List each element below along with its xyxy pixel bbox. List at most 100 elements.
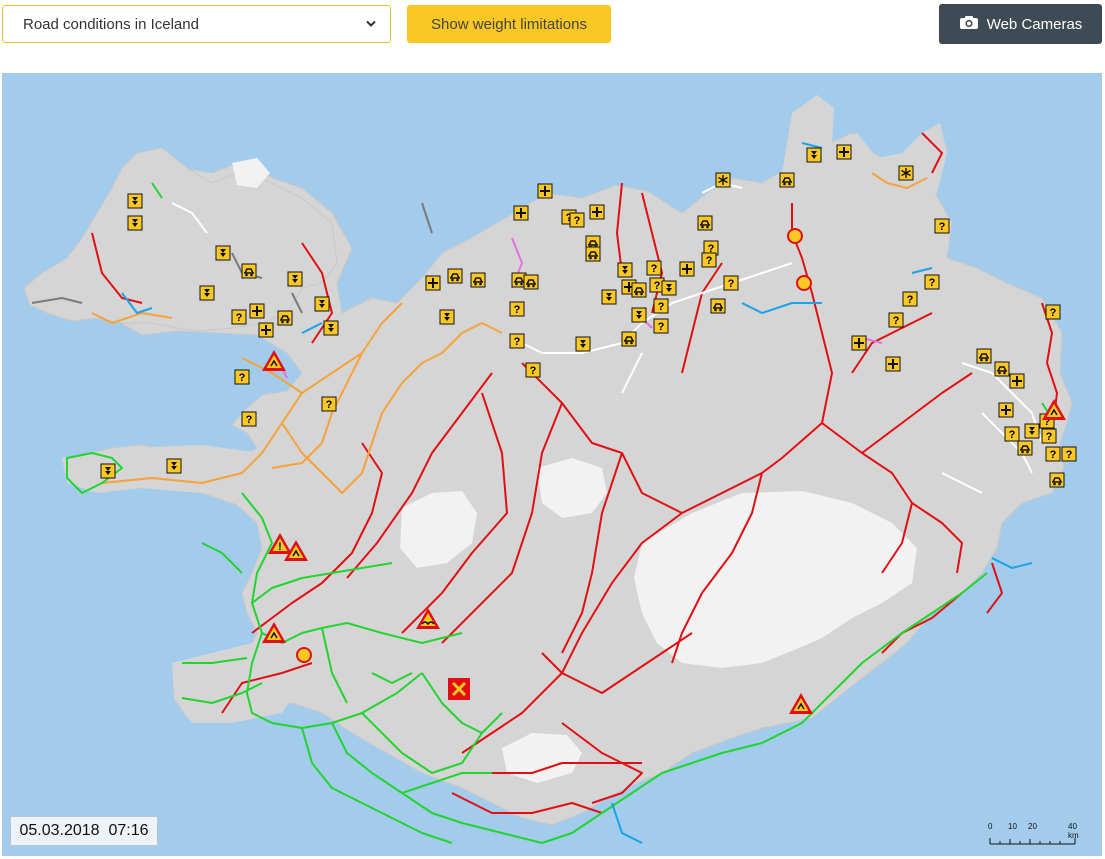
question-sign-icon[interactable]: ?	[241, 411, 257, 427]
map-canvas[interactable]: ? ? ? ? ? ? ? ? ? ? ? ? ? ? ? ? ? ? ? ? …	[2, 73, 1102, 856]
roadwork-vehicle-sign-icon[interactable]	[585, 246, 601, 262]
roadwork-vehicle-sign-icon[interactable]	[976, 348, 992, 364]
svg-text:?: ?	[939, 221, 946, 233]
svg-text:?: ?	[236, 312, 243, 324]
snowflake-sign-icon[interactable]	[715, 172, 731, 188]
svg-text:?: ?	[239, 372, 246, 384]
intersection-sign-icon[interactable]	[258, 322, 274, 338]
question-sign-icon[interactable]: ?	[1041, 428, 1057, 444]
intersection-sign-icon[interactable]	[998, 402, 1014, 418]
question-sign-icon[interactable]: ?	[509, 301, 525, 317]
roadwork-vehicle-sign-icon[interactable]	[447, 268, 463, 284]
traffic-circle-icon[interactable]	[296, 647, 312, 663]
question-sign-icon[interactable]: ?	[653, 318, 669, 334]
lowered-speed-sign-icon[interactable]	[127, 215, 143, 231]
roadwork-vehicle-sign-icon[interactable]	[523, 274, 539, 290]
lowered-speed-sign-icon[interactable]	[314, 296, 330, 312]
lowered-speed-sign-icon[interactable]	[439, 309, 455, 325]
roadwork-vehicle-sign-icon[interactable]	[710, 298, 726, 314]
question-sign-icon[interactable]: ?	[934, 218, 950, 234]
roadwork-vehicle-sign-icon[interactable]	[277, 310, 293, 326]
region-select[interactable]: Road conditions in Iceland	[2, 5, 391, 43]
lowered-speed-sign-icon[interactable]	[323, 320, 339, 336]
question-sign-icon[interactable]: ?	[646, 260, 662, 276]
roadwork-vehicle-sign-icon[interactable]	[697, 215, 713, 231]
roadwork-vehicle-sign-icon[interactable]	[994, 361, 1010, 377]
lowered-speed-sign-icon[interactable]	[1024, 423, 1040, 439]
question-sign-icon[interactable]: ?	[234, 369, 250, 385]
intersection-sign-icon[interactable]	[679, 261, 695, 277]
svg-text:?: ?	[514, 336, 521, 348]
roadwork-vehicle-sign-icon[interactable]	[1017, 440, 1033, 456]
lowered-speed-sign-icon[interactable]	[661, 280, 677, 296]
question-sign-icon[interactable]: ?	[723, 275, 739, 291]
lowered-speed-sign-icon[interactable]	[806, 147, 822, 163]
traffic-circle-icon[interactable]	[787, 228, 803, 244]
roadwork-vehicle-sign-icon[interactable]	[779, 172, 795, 188]
lowered-speed-sign-icon[interactable]	[601, 289, 617, 305]
intersection-sign-icon[interactable]	[1009, 373, 1025, 389]
question-sign-icon[interactable]: ?	[701, 252, 717, 268]
intersection-sign-icon[interactable]	[537, 183, 553, 199]
lowered-speed-sign-icon[interactable]	[100, 463, 116, 479]
intersection-sign-icon[interactable]	[836, 144, 852, 160]
region-select-value: Road conditions in Iceland	[23, 15, 199, 33]
question-sign-icon[interactable]: ?	[1045, 446, 1061, 462]
svg-text:?: ?	[574, 215, 581, 227]
svg-text:?: ?	[651, 263, 658, 275]
question-sign-icon[interactable]: ?	[924, 274, 940, 290]
intersection-sign-icon[interactable]	[249, 303, 265, 319]
svg-text:?: ?	[654, 280, 661, 292]
lowered-speed-sign-icon[interactable]	[287, 271, 303, 287]
question-sign-icon[interactable]: ?	[509, 333, 525, 349]
roadwork-vehicle-sign-icon[interactable]	[470, 272, 486, 288]
show-weight-limitations-button[interactable]: Show weight limitations	[407, 5, 611, 43]
lowered-speed-sign-icon[interactable]	[166, 458, 182, 474]
roadwork-vehicle-sign-icon[interactable]	[1049, 472, 1065, 488]
svg-text:?: ?	[1050, 449, 1057, 461]
svg-text:?: ?	[1050, 307, 1057, 319]
lowered-speed-sign-icon[interactable]	[127, 193, 143, 209]
question-sign-icon[interactable]: ?	[888, 312, 904, 328]
traffic-circle-icon[interactable]	[796, 275, 812, 291]
svg-text:?: ?	[514, 304, 521, 316]
svg-text:?: ?	[907, 294, 914, 306]
svg-text:?: ?	[728, 278, 735, 290]
svg-text:?: ?	[929, 277, 936, 289]
svg-text:!: !	[278, 541, 282, 553]
question-sign-icon[interactable]: ?	[525, 362, 541, 378]
svg-text:?: ?	[1046, 431, 1053, 443]
lowered-speed-sign-icon[interactable]	[215, 245, 231, 261]
question-sign-icon[interactable]: ?	[1004, 426, 1020, 442]
question-sign-icon[interactable]: ?	[231, 309, 247, 325]
road-conditions-map[interactable]: ? ? ? ? ? ? ? ? ? ? ? ? ? ? ? ? ? ? ? ? …	[2, 73, 1102, 856]
intersection-sign-icon[interactable]	[885, 356, 901, 372]
show-weight-limitations-label: Show weight limitations	[431, 15, 587, 33]
lowered-speed-sign-icon[interactable]	[631, 307, 647, 323]
roadwork-vehicle-sign-icon[interactable]	[241, 263, 257, 279]
question-sign-icon[interactable]: ?	[569, 212, 585, 228]
svg-text:?: ?	[658, 321, 665, 333]
intersection-sign-icon[interactable]	[513, 205, 529, 221]
intersection-sign-icon[interactable]	[851, 335, 867, 351]
roadwork-vehicle-sign-icon[interactable]	[621, 331, 637, 347]
web-cameras-button[interactable]: Web Cameras	[939, 4, 1102, 44]
question-sign-icon[interactable]: ?	[902, 291, 918, 307]
question-sign-icon[interactable]: ?	[1045, 304, 1061, 320]
svg-text:?: ?	[893, 315, 900, 327]
chevron-down-icon	[364, 17, 378, 31]
timestamp-text: 05.03.2018 07:16	[19, 822, 149, 839]
lowered-speed-sign-icon[interactable]	[617, 262, 633, 278]
road-closed-icon[interactable]	[448, 678, 470, 700]
roadwork-vehicle-sign-icon[interactable]	[631, 282, 647, 298]
question-sign-icon[interactable]: ?	[1061, 446, 1077, 462]
camera-icon	[959, 15, 979, 34]
question-sign-icon[interactable]: ?	[321, 396, 337, 412]
intersection-sign-icon[interactable]	[425, 275, 441, 291]
lowered-speed-sign-icon[interactable]	[575, 336, 591, 352]
snowflake-sign-icon[interactable]	[898, 165, 914, 181]
intersection-sign-icon[interactable]	[589, 204, 605, 220]
lowered-speed-sign-icon[interactable]	[199, 285, 215, 301]
roadwork-warning-icon[interactable]	[262, 350, 286, 371]
question-sign-icon[interactable]: ?	[653, 298, 669, 314]
